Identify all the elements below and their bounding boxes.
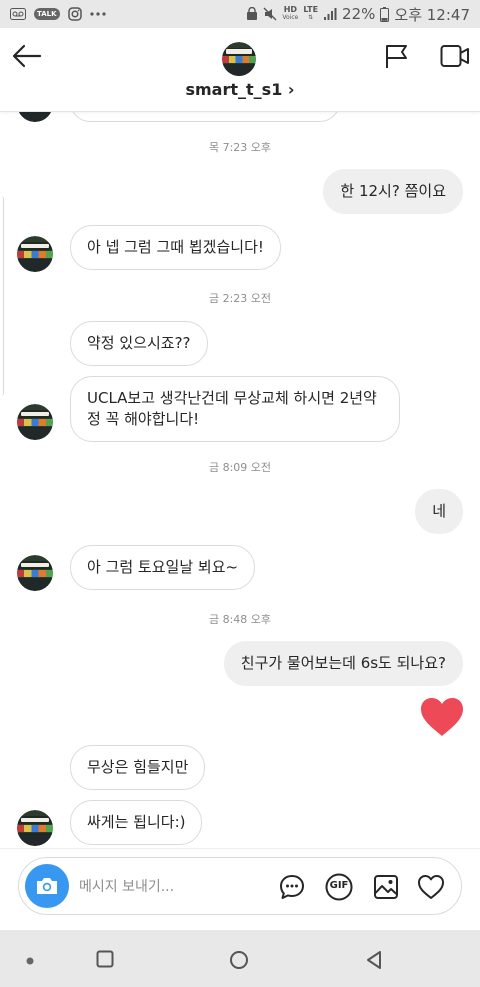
message-bubble-outgoing[interactable]: 친구가 물어보는데 6s도 되나요? <box>223 641 463 686</box>
home-icon[interactable] <box>229 950 249 970</box>
message-bubble-incoming[interactable]: UCLA보고 생각난건데 무상교체 하시면 2년약정 꼭 해야합니다! <box>70 376 400 442</box>
like-button[interactable] <box>417 873 445 901</box>
sender-avatar[interactable] <box>17 404 53 440</box>
gif-button[interactable]: GIF <box>325 873 353 901</box>
timestamp: 금 8:09 오전 <box>208 461 272 474</box>
android-nav-bar <box>0 930 480 987</box>
message-bubble-incoming[interactable]: 약정 있으시죠?? <box>70 321 208 366</box>
back-button[interactable] <box>12 44 44 68</box>
lte-indicator: LTE ⇅ <box>303 5 319 22</box>
message-thread[interactable]: 목 7:23 오후 한 12시? 쯤이요 아 넵 그럼 그때 뵙겠습니다! 금 … <box>0 112 480 848</box>
emoji-reply-button[interactable] <box>278 873 306 901</box>
hd-voice-indicator: HD Voice <box>282 5 299 22</box>
chevron-right-icon: › <box>287 80 295 99</box>
voicemail-icon <box>10 8 26 20</box>
header-avatar[interactable] <box>222 42 256 76</box>
profile-username-link[interactable]: smart_t_s1 › <box>0 80 480 99</box>
timestamp: 목 7:23 오후 <box>208 141 272 154</box>
kakaotalk-icon: TALK <box>34 8 60 20</box>
mute-icon <box>263 7 277 21</box>
back-nav-icon[interactable] <box>365 950 383 970</box>
clock: 오후 12:47 <box>394 5 470 24</box>
timestamp: 금 2:23 오전 <box>208 292 272 305</box>
recent-apps-icon[interactable] <box>96 950 114 968</box>
username-text: smart_t_s1 <box>185 80 283 99</box>
message-bubble-incoming[interactable]: 무상은 힘들지만 <box>70 745 206 790</box>
sender-avatar[interactable] <box>17 555 53 591</box>
battery-percent: 22% <box>342 5 376 23</box>
gif-label: GIF <box>329 880 349 891</box>
sender-avatar[interactable] <box>17 112 53 122</box>
message-input[interactable] <box>79 876 259 898</box>
chat-bubble-dots-icon <box>280 875 304 899</box>
heart-outline-icon <box>418 875 444 899</box>
message-bubble-partial[interactable] <box>70 112 340 122</box>
alarm-lock-icon <box>246 7 258 21</box>
battery-icon <box>380 6 390 22</box>
camera-button[interactable] <box>25 864 69 908</box>
video-camera-icon <box>440 45 469 67</box>
flag-icon <box>386 45 407 68</box>
message-bubble-outgoing[interactable]: 한 12시? 쯤이요 <box>323 169 463 214</box>
composer-box: GIF <box>18 857 462 915</box>
message-bubble-outgoing[interactable]: 네 <box>415 489 463 534</box>
status-bar: TALK HD Voice LTE ⇅ 22% 오후 12:47 <box>0 0 480 28</box>
report-flag-button[interactable] <box>384 44 410 70</box>
image-icon <box>374 875 398 899</box>
message-composer: GIF <box>0 848 480 930</box>
sender-avatar[interactable] <box>17 810 53 846</box>
more-notifications-icon <box>89 12 106 16</box>
signal-icon <box>323 7 337 21</box>
gallery-button[interactable] <box>372 873 400 901</box>
camera-icon <box>37 878 57 894</box>
back-arrow-icon <box>12 44 42 68</box>
heart-icon[interactable] <box>420 697 464 737</box>
message-bubble-incoming[interactable]: 아 그럼 토요일날 뵈요~ <box>70 545 256 590</box>
chat-header: smart_t_s1 › <box>0 28 480 112</box>
nav-dot-icon[interactable] <box>25 956 35 966</box>
sender-avatar[interactable] <box>17 236 53 272</box>
timestamp: 금 8:48 오후 <box>208 613 272 626</box>
message-bubble-incoming[interactable]: 아 넵 그럼 그때 뵙겠습니다! <box>70 225 281 270</box>
instagram-icon <box>67 7 82 21</box>
video-call-button[interactable] <box>440 44 470 68</box>
message-bubble-incoming[interactable]: 싸게는 됩니다:) <box>70 800 203 845</box>
